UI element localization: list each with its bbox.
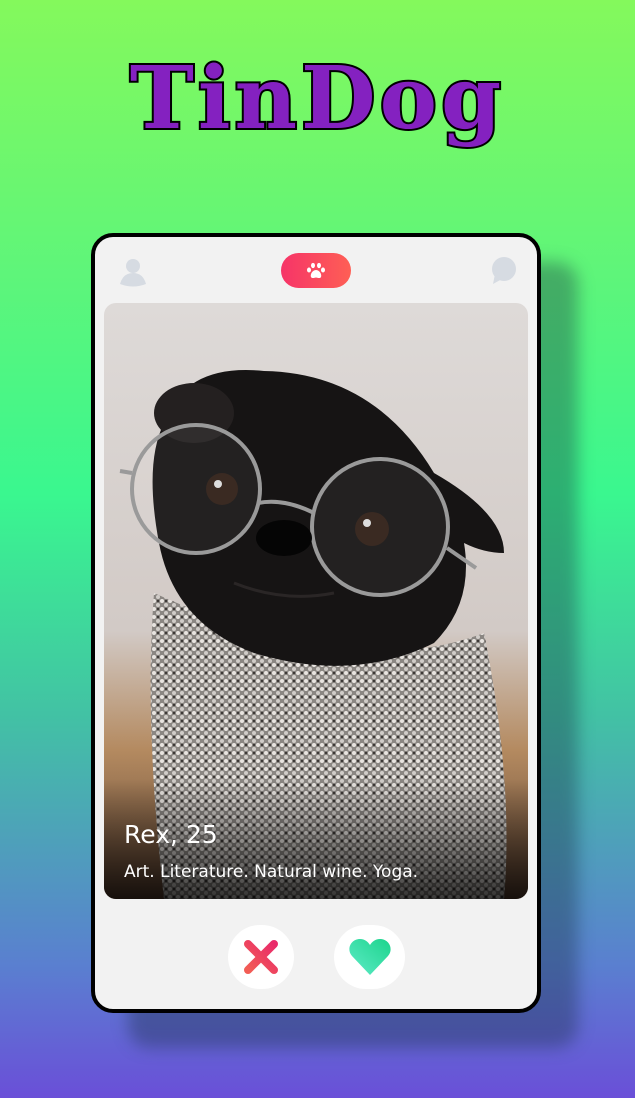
profile-photo[interactable]: Rex, 25 Art. Literature. Natural wine. Y… xyxy=(104,303,528,899)
x-icon xyxy=(244,940,278,974)
profile-bio: Art. Literature. Natural wine. Yoga. xyxy=(124,862,419,882)
person-icon[interactable] xyxy=(119,257,147,291)
logo-text: TinDog xyxy=(128,46,506,151)
paw-icon xyxy=(307,262,325,278)
profile-card: Rex, 25 Art. Literature. Natural wine. Y… xyxy=(91,233,541,1013)
chat-bubble-icon[interactable] xyxy=(489,257,517,289)
app-logo: TinDog xyxy=(0,46,635,151)
profile-name-age: Rex, 25 xyxy=(124,820,218,849)
discover-tab-button[interactable] xyxy=(281,253,351,288)
like-button[interactable] xyxy=(334,925,405,989)
nope-button[interactable] xyxy=(228,925,294,989)
heart-icon xyxy=(348,939,391,975)
profile-caption: Rex, 25 Art. Literature. Natural wine. Y… xyxy=(104,779,528,899)
